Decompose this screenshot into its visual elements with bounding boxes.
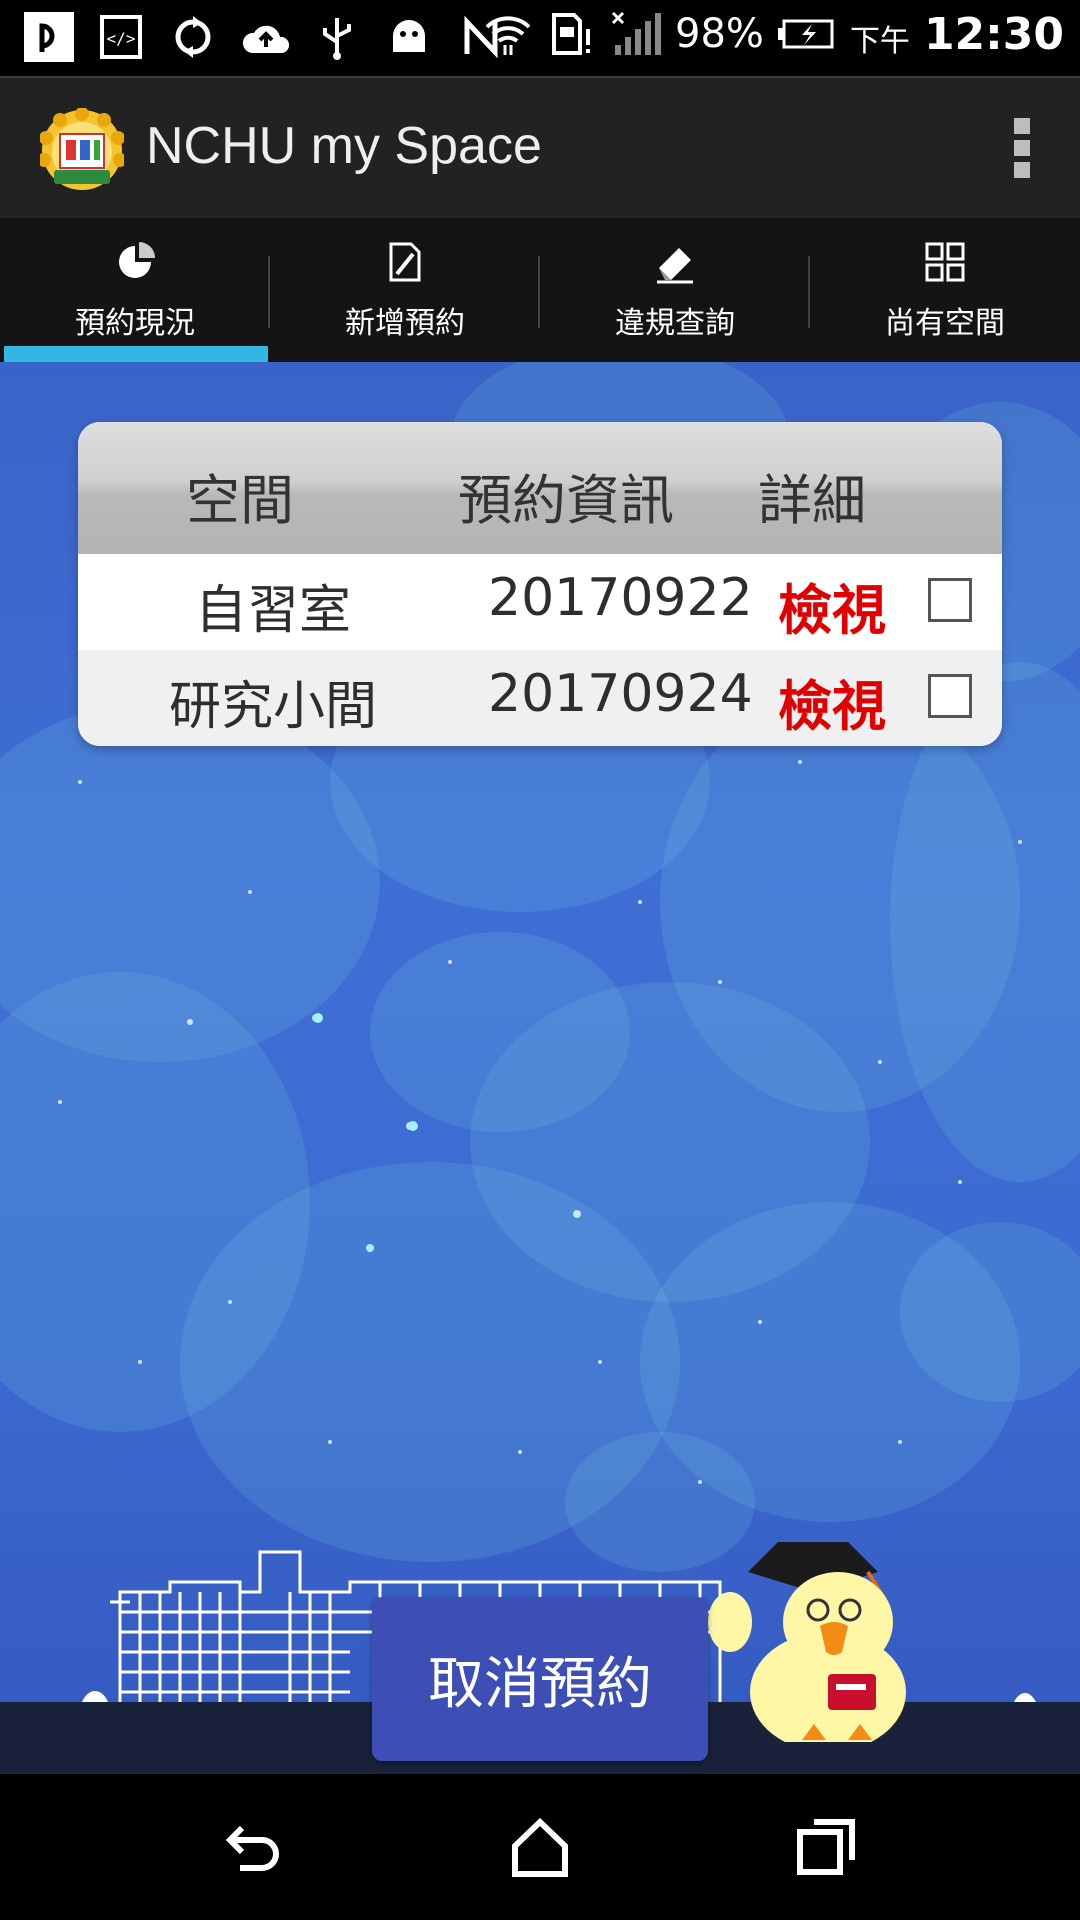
tab-label: 違規查詢 bbox=[615, 306, 735, 341]
tab-new-reservation[interactable]: 新增預約 bbox=[270, 218, 540, 362]
overflow-menu-button[interactable] bbox=[1014, 118, 1032, 178]
tab-bar: 預約現況 新增預約 違規查詢 尚有空間 bbox=[0, 218, 1080, 362]
tab-label: 新增預約 bbox=[345, 306, 465, 341]
recent-apps-icon[interactable] bbox=[792, 1812, 862, 1882]
status-bar: </> 98% 下午 12:30 bbox=[0, 0, 1080, 76]
app-logo bbox=[37, 107, 127, 192]
row-checkbox[interactable] bbox=[928, 674, 972, 718]
signal-icon bbox=[611, 9, 662, 59]
tab-available-space[interactable]: 尚有空間 bbox=[810, 218, 1080, 362]
cloud-upload-icon bbox=[240, 12, 290, 62]
code-icon: </> bbox=[96, 12, 146, 62]
document-edit-icon bbox=[389, 242, 421, 282]
android-icon bbox=[384, 12, 434, 62]
app-title: NCHU my Space bbox=[146, 117, 542, 175]
cancel-reservation-button[interactable]: 取消預約 bbox=[372, 1597, 708, 1761]
header-detail: 詳細 bbox=[758, 469, 866, 532]
row-checkbox[interactable] bbox=[928, 578, 972, 622]
clock: 12:30 bbox=[923, 8, 1064, 60]
table-row: 研究小間 20170924 檢視 bbox=[78, 650, 1002, 746]
pie-chart-icon bbox=[119, 242, 155, 278]
row-date: 20170924 bbox=[488, 664, 753, 724]
table-header: 空間 預約資訊 詳細 bbox=[78, 422, 1002, 554]
row-space: 自習室 bbox=[194, 581, 351, 641]
tab-reservation-status[interactable]: 預約現況 bbox=[0, 218, 270, 362]
battery-percent: 98% bbox=[675, 11, 764, 57]
system-nav-bar bbox=[0, 1774, 1080, 1920]
home-icon[interactable] bbox=[505, 1812, 575, 1882]
tab-violation-query[interactable]: 違規查詢 bbox=[540, 218, 810, 362]
view-link[interactable]: 檢視 bbox=[778, 662, 886, 741]
grid-icon bbox=[925, 242, 965, 282]
menu-dot-icon bbox=[1014, 162, 1030, 178]
sim-alert-icon bbox=[547, 9, 597, 59]
table-row: 自習室 20170922 檢視 bbox=[78, 554, 1002, 650]
back-icon[interactable] bbox=[218, 1812, 288, 1882]
content-area: 空間 預約資訊 詳細 自習室 20170922 檢視 研究小間 20170924… bbox=[0, 362, 1080, 1774]
row-date: 20170922 bbox=[488, 568, 753, 628]
header-space: 空間 bbox=[186, 469, 294, 532]
clock-prefix: 下午 bbox=[849, 24, 910, 59]
eraser-icon bbox=[657, 248, 693, 284]
header-info: 預約資訊 bbox=[458, 469, 674, 532]
app-p-icon bbox=[24, 12, 74, 62]
wifi-icon bbox=[483, 9, 533, 59]
active-tab-indicator bbox=[4, 346, 268, 362]
action-bar: NCHU my Space bbox=[0, 76, 1080, 218]
reservation-table: 空間 預約資訊 詳細 自習室 20170922 檢視 研究小間 20170924… bbox=[78, 422, 1002, 746]
sync-icon bbox=[168, 12, 218, 62]
menu-dot-icon bbox=[1014, 118, 1030, 134]
row-space: 研究小間 bbox=[168, 677, 377, 737]
svg-text:</>: </> bbox=[107, 29, 136, 48]
tab-label: 尚有空間 bbox=[885, 306, 1005, 341]
view-link[interactable]: 檢視 bbox=[778, 566, 886, 645]
usb-icon bbox=[312, 12, 362, 62]
battery-charging-icon bbox=[777, 9, 836, 59]
tab-label: 預約現況 bbox=[75, 306, 195, 341]
duck-mascot-illustration bbox=[708, 1542, 906, 1742]
menu-dot-icon bbox=[1014, 140, 1030, 156]
